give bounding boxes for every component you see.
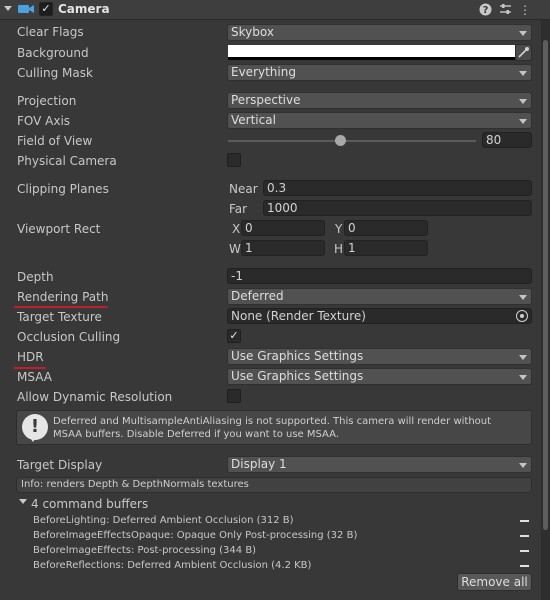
projection-label: Projection (17, 94, 77, 108)
remove-command-buffer-icon[interactable] (520, 520, 529, 522)
clear-flags-dropdown[interactable]: Skybox (227, 24, 532, 41)
occlusion-culling-label: Occlusion Culling (17, 330, 121, 344)
svg-text:?: ? (482, 5, 488, 16)
target-display-label: Target Display (17, 458, 103, 472)
background-color-field[interactable] (228, 45, 515, 60)
rendering-path-label: Rendering Path (17, 290, 109, 304)
viewport-rect-label: Viewport Rect (17, 222, 101, 236)
target-texture-value: None (Render Texture) (231, 309, 366, 323)
field-of-view-label: Field of View (17, 134, 93, 148)
target-texture-label: Target Texture (17, 310, 102, 324)
command-buffer-item: BeforeImageEffectsOpaque: Opaque Only Po… (33, 530, 358, 541)
field-of-view-input[interactable]: 80 (482, 132, 532, 148)
viewport-y-label: Y (335, 222, 343, 236)
hdr-value: Use Graphics Settings (231, 349, 364, 363)
physical-camera-checkbox[interactable] (227, 153, 241, 167)
fov-axis-value: Vertical (231, 113, 276, 127)
culling-mask-label: Culling Mask (17, 66, 93, 80)
chevron-down-icon (519, 119, 527, 124)
clear-flags-value: Skybox (231, 25, 274, 39)
near-label: Near (229, 182, 258, 196)
context-menu-icon[interactable]: ⋮ (518, 3, 532, 17)
command-buffer-item: BeforeImageEffects: Post-processing (344… (33, 545, 257, 556)
projection-dropdown[interactable]: Perspective (227, 92, 532, 109)
viewport-h-input[interactable]: 1 (344, 240, 428, 256)
culling-mask-dropdown[interactable]: Everything (227, 64, 532, 81)
msaa-value: Use Graphics Settings (231, 369, 364, 383)
annotation-underline (14, 367, 46, 369)
occlusion-culling-checkbox[interactable]: ✓ (227, 329, 241, 343)
command-buffer-item: BeforeLighting: Deferred Ambient Occlusi… (33, 515, 294, 526)
component-title: Camera (58, 2, 110, 16)
foldout-arrow-icon[interactable] (19, 499, 27, 504)
viewport-h-label: H (334, 242, 344, 256)
chevron-down-icon (519, 99, 527, 104)
rendering-path-value: Deferred (231, 289, 284, 303)
command-buffer-item: BeforeReflections: Deferred Ambient Occl… (33, 560, 312, 571)
target-display-value: Display 1 (231, 457, 287, 471)
depth-input[interactable]: -1 (227, 268, 532, 284)
fov-axis-label: FOV Axis (17, 114, 71, 128)
help-icon[interactable]: ? (478, 3, 492, 17)
far-input[interactable]: 1000 (263, 200, 532, 216)
target-display-dropdown[interactable]: Display 1 (227, 456, 532, 473)
viewport-x-input[interactable]: 0 (241, 220, 325, 236)
depth-label: Depth (17, 270, 54, 284)
camera-icon (18, 5, 34, 13)
scrollbar-thumb[interactable] (543, 40, 548, 530)
viewport-w-input[interactable]: 1 (241, 240, 325, 256)
chevron-down-icon (519, 71, 527, 76)
foldout-arrow-icon[interactable] (4, 6, 12, 11)
background-label: Background (17, 46, 89, 60)
target-texture-field[interactable]: None (Render Texture) (227, 308, 532, 324)
chevron-down-icon (519, 355, 527, 360)
allow-dynamic-resolution-label: Allow Dynamic Resolution (17, 390, 173, 404)
preset-icon[interactable] (498, 3, 512, 17)
physical-camera-label: Physical Camera (17, 154, 117, 168)
hdr-dropdown[interactable]: Use Graphics Settings (227, 348, 532, 365)
info-box: Info: renders Depth & DepthNormals textu… (16, 477, 532, 493)
msaa-label: MSAA (17, 370, 52, 384)
allow-dynamic-resolution-checkbox[interactable] (227, 389, 241, 403)
chevron-down-icon (519, 31, 527, 36)
chevron-down-icon (519, 295, 527, 300)
clipping-planes-label: Clipping Planes (17, 182, 109, 196)
viewport-x-label: X (232, 222, 241, 236)
component-header: ✓ Camera ? ⋮ (0, 0, 550, 20)
remove-command-buffer-icon[interactable] (520, 535, 529, 537)
eyedropper-icon[interactable] (515, 44, 532, 61)
near-input[interactable]: 0.3 (263, 180, 532, 196)
clear-flags-label: Clear Flags (17, 25, 84, 39)
fov-slider-handle[interactable] (334, 135, 346, 146)
remove-command-buffer-icon[interactable] (520, 550, 529, 552)
rendering-path-dropdown[interactable]: Deferred (227, 288, 532, 305)
culling-mask-value: Everything (231, 65, 296, 79)
far-label: Far (229, 202, 248, 216)
fov-axis-dropdown[interactable]: Vertical (227, 112, 532, 129)
remove-all-button[interactable]: Remove all (457, 573, 532, 591)
viewport-w-label: W (229, 242, 241, 256)
object-picker-icon[interactable] (516, 310, 528, 322)
viewport-y-input[interactable]: 0 (344, 220, 428, 236)
warning-icon-tail (29, 436, 37, 442)
warning-text: Deferred and MultisampleAntiAliasing is … (53, 416, 492, 440)
msaa-dropdown[interactable]: Use Graphics Settings (227, 368, 532, 385)
remove-command-buffer-icon[interactable] (520, 565, 529, 567)
hdr-label: HDR (17, 350, 44, 364)
msaa-warning-box: ! Deferred and MultisampleAntiAliasing i… (16, 410, 532, 445)
chevron-down-icon (519, 375, 527, 380)
command-buffers-title[interactable]: 4 command buffers (31, 497, 148, 511)
fov-slider-track[interactable] (228, 140, 476, 142)
component-enabled-checkbox[interactable]: ✓ (39, 2, 53, 16)
annotation-underline (14, 306, 108, 308)
chevron-down-icon (519, 463, 527, 468)
projection-value: Perspective (231, 93, 301, 107)
